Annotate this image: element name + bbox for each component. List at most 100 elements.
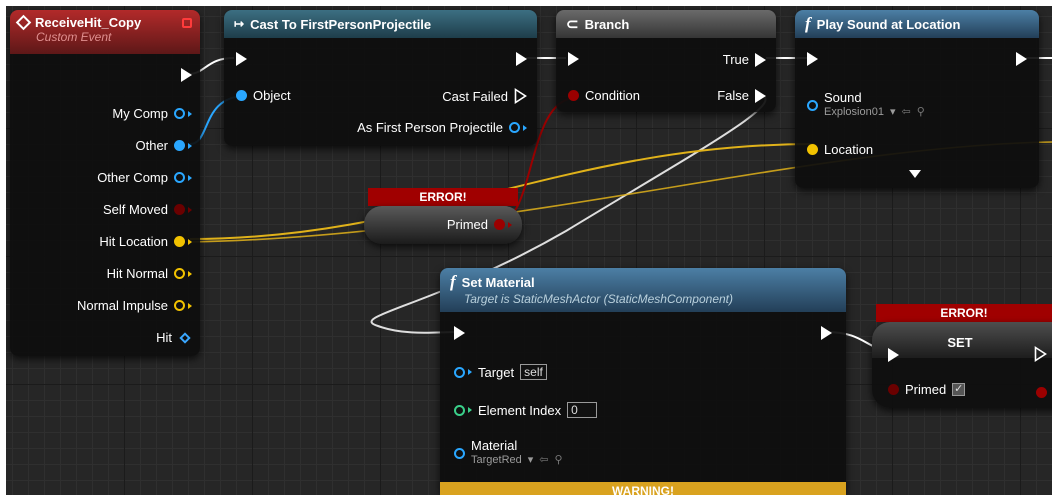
pin-arrow-icon — [508, 221, 512, 228]
set-material-exec-in[interactable] — [454, 326, 465, 340]
exec-in-pin-icon[interactable] — [568, 52, 579, 66]
branch-node[interactable]: ⊂ Branch True Condition False — [556, 10, 776, 112]
object-pin-icon[interactable] — [454, 448, 465, 459]
exec-out-pin-icon[interactable] — [755, 88, 766, 103]
browse-search-icon[interactable]: ⚲ — [555, 453, 563, 466]
branch-exec-in[interactable] — [568, 52, 579, 66]
object-pin-icon[interactable] — [174, 108, 185, 119]
pin-hit-location[interactable]: Hit Location — [99, 234, 192, 249]
function-icon: f — [450, 272, 456, 291]
vector-pin-icon[interactable] — [174, 300, 185, 311]
vector-pin-icon[interactable] — [807, 144, 818, 155]
set-material-node[interactable]: f Set Material Target is StaticMeshActor… — [440, 268, 846, 495]
cast-exec-out[interactable] — [516, 52, 527, 66]
cast-node[interactable]: ↦ Cast To FirstPersonProjectile Object C… — [224, 10, 537, 146]
play-sound-exec-in[interactable] — [807, 52, 818, 66]
set-material-index-pin[interactable]: Element Index 0 — [454, 402, 598, 418]
element-index-input[interactable]: 0 — [567, 402, 598, 418]
set-material-subtitle: Target is StaticMeshActor (StaticMeshCom… — [464, 292, 733, 306]
exec-out-pin-icon[interactable] — [821, 326, 832, 340]
set-primed-out-pin[interactable] — [1036, 385, 1047, 403]
object-pin-icon[interactable] — [807, 100, 818, 111]
use-selected-icon[interactable]: ⇦ — [539, 453, 548, 466]
vector-pin-icon[interactable] — [174, 268, 185, 279]
pin-label: Other — [135, 138, 168, 153]
browse-search-icon[interactable]: ⚲ — [917, 105, 925, 118]
int-pin-icon[interactable] — [454, 404, 465, 416]
set-material-material-pin[interactable]: Material TargetRed ▾ ⇦ ⚲ — [454, 438, 563, 466]
cast-as-pin[interactable]: As First Person Projectile — [357, 120, 527, 135]
bool-pin-icon[interactable] — [1036, 387, 1047, 398]
pin-hit-normal[interactable]: Hit Normal — [107, 266, 192, 281]
exec-hollow-pin-icon[interactable] — [1034, 346, 1047, 362]
set-exec-in[interactable] — [888, 348, 899, 362]
exec-in-pin-icon[interactable] — [807, 52, 818, 66]
object-pin-icon[interactable] — [174, 140, 185, 151]
set-exec-out[interactable] — [1034, 346, 1047, 362]
cast-exec-in[interactable] — [236, 52, 247, 66]
event-exec-out[interactable] — [181, 68, 192, 82]
primed-checkbox[interactable]: ✓ — [952, 383, 966, 396]
pin-label: Sound — [824, 90, 862, 105]
pin-my-comp[interactable]: My Comp — [112, 106, 192, 121]
cast-object-pin[interactable]: Object — [236, 88, 291, 103]
pin-self-moved[interactable]: Self Moved — [103, 202, 192, 217]
exec-in-pin-icon[interactable] — [454, 326, 465, 340]
vector-pin-icon[interactable] — [174, 236, 185, 247]
sound-asset-dropdown[interactable]: Explosion01 — [824, 106, 884, 118]
dropdown-arrow-icon[interactable]: ▾ — [890, 105, 896, 118]
branch-false-pin[interactable]: False — [717, 88, 766, 103]
bool-pin-icon[interactable] — [888, 384, 899, 395]
pin-label: Cast Failed — [442, 88, 508, 104]
pin-arrow-icon — [188, 174, 192, 181]
cast-title: Cast To FirstPersonProjectile — [250, 16, 432, 32]
dropdown-arrow-icon[interactable]: ▾ — [528, 453, 534, 466]
pin-label: Location — [824, 142, 874, 157]
exec-hollow-pin-icon[interactable] — [514, 88, 527, 104]
play-sound-location-pin[interactable]: Location — [807, 142, 873, 157]
pin-other[interactable]: Other — [135, 138, 192, 153]
exec-out-pin-icon[interactable] — [181, 68, 192, 82]
pin-normal-impulse[interactable]: Normal Impulse — [77, 298, 192, 313]
set-material-exec-out[interactable] — [821, 326, 832, 340]
exec-out-pin-icon[interactable] — [1016, 52, 1027, 66]
struct-pin-icon[interactable] — [179, 331, 191, 344]
exec-out-pin-icon[interactable] — [516, 52, 527, 66]
target-self-field[interactable]: self — [520, 364, 547, 380]
object-pin-icon[interactable] — [174, 172, 185, 183]
use-selected-icon[interactable]: ⇦ — [901, 105, 910, 118]
pin-hit[interactable]: Hit — [156, 330, 192, 345]
pin-arrow-icon — [523, 124, 527, 131]
cast-failed-pin[interactable]: Cast Failed — [442, 88, 527, 104]
expand-advanced-icon[interactable] — [909, 170, 921, 178]
play-sound-sound-pin[interactable]: Sound Explosion01 ▾ ⇦ ⚲ — [807, 90, 925, 118]
primed-getter-node[interactable]: Primed — [364, 206, 522, 244]
branch-condition-pin[interactable]: Condition — [568, 88, 640, 103]
play-sound-title: Play Sound at Location — [816, 16, 961, 32]
exec-in-pin-icon[interactable] — [888, 348, 899, 362]
branch-true-pin[interactable]: True — [723, 52, 766, 67]
play-sound-exec-out[interactable] — [1016, 52, 1027, 66]
play-sound-node[interactable]: f Play Sound at Location Sound Explosion… — [795, 10, 1039, 188]
pin-other-comp[interactable]: Other Comp — [97, 170, 192, 185]
delegate-pin-icon[interactable] — [182, 17, 192, 28]
pin-label: Hit Location — [99, 234, 168, 249]
set-variable-node[interactable]: SET Primed ✓ — [872, 322, 1052, 408]
receive-hit-event-node[interactable]: ReceiveHit_Copy Custom Event My Comp Oth… — [10, 10, 200, 356]
pin-label: Element Index — [478, 402, 562, 418]
object-pin-icon[interactable] — [236, 90, 247, 101]
bool-pin-icon[interactable] — [568, 90, 579, 101]
object-pin-icon[interactable] — [509, 122, 520, 133]
bool-pin-icon[interactable] — [494, 219, 505, 230]
primed-getter-pin[interactable]: Primed — [447, 217, 512, 232]
set-primed-pin[interactable]: Primed ✓ — [888, 382, 966, 397]
material-asset-dropdown[interactable]: TargetRed — [471, 454, 522, 466]
event-diamond-icon — [15, 14, 32, 31]
set-material-target-pin[interactable]: Target self — [454, 364, 547, 380]
bool-pin-icon[interactable] — [174, 204, 185, 215]
object-pin-icon[interactable] — [454, 366, 465, 378]
exec-out-pin-icon[interactable] — [755, 52, 766, 67]
blueprint-graph-canvas[interactable]: ReceiveHit_Copy Custom Event My Comp Oth… — [6, 6, 1052, 495]
exec-in-pin-icon[interactable] — [236, 52, 247, 66]
pin-label: True — [722, 52, 749, 67]
